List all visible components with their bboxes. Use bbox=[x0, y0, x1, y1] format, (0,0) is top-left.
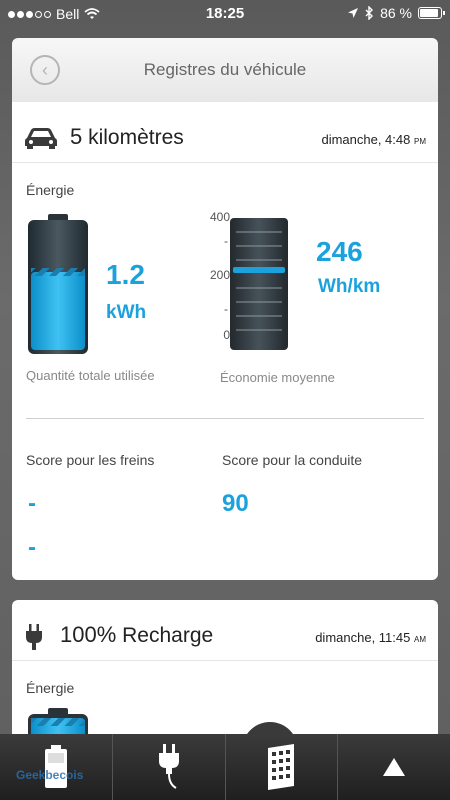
trip-date-text: dimanche, 4:48 bbox=[321, 132, 411, 147]
tab-remote[interactable] bbox=[226, 734, 339, 800]
battery-percent: 86 % bbox=[380, 5, 412, 21]
charge-date-text: dimanche, 11:45 bbox=[315, 630, 411, 645]
charge-summary-row: 100% Recharge dimanche, 11:45 AM bbox=[24, 622, 426, 650]
plug-icon bbox=[158, 744, 179, 789]
trip-distance: 5 kilomètres bbox=[70, 124, 184, 150]
charge-summary: 100% Recharge bbox=[60, 622, 213, 648]
page-title: Registres du véhicule bbox=[143, 60, 307, 79]
energy-label: Énergie bbox=[26, 182, 75, 198]
charge-date-ampm: AM bbox=[414, 635, 426, 644]
charge-record-card[interactable]: 100% Recharge dimanche, 11:45 AM Énergie bbox=[12, 600, 438, 740]
gauge-tick-mark: - bbox=[224, 302, 228, 316]
efficiency-gauge bbox=[230, 218, 288, 350]
driving-score-value: 90 bbox=[222, 490, 249, 517]
car-icon bbox=[25, 128, 57, 149]
bottom-tab-bar: Geekbecois bbox=[0, 734, 450, 800]
status-bar: Bell 18:25 86 % bbox=[0, 0, 450, 28]
battery-indicator-icon bbox=[418, 7, 445, 19]
average-economy-label: Économie moyenne bbox=[220, 370, 335, 385]
efficiency-unit: Wh/km bbox=[318, 276, 381, 297]
total-used-label: Quantité totale utilisée bbox=[26, 368, 155, 383]
brake-score-value: - bbox=[28, 490, 36, 517]
gauge-tick-label: 200 bbox=[209, 268, 230, 282]
location-arrow-icon bbox=[348, 8, 359, 18]
tab-charging[interactable] bbox=[113, 734, 226, 800]
section-divider bbox=[26, 418, 424, 419]
bluetooth-icon bbox=[365, 6, 374, 20]
gauge-axis: 400 - 200 - 0 bbox=[190, 210, 230, 350]
charge-label: Recharge bbox=[122, 624, 214, 647]
divider bbox=[12, 162, 438, 163]
gauge-marker bbox=[233, 267, 285, 273]
energy-unit: kWh bbox=[106, 302, 147, 323]
tab-scroll-up[interactable] bbox=[338, 734, 450, 800]
trip-distance-unit: kilomètres bbox=[88, 126, 184, 149]
gauge-tick-label: 0 bbox=[223, 328, 230, 342]
charge-energy-label: Énergie bbox=[26, 680, 75, 696]
energy-battery-graphic bbox=[28, 214, 88, 354]
charge-percent: 100% bbox=[60, 622, 117, 647]
trip-date: dimanche, 4:48 PM bbox=[321, 132, 426, 147]
trip-distance-value: 5 bbox=[70, 124, 83, 149]
efficiency-value: 246 bbox=[316, 236, 363, 267]
battery-icon bbox=[44, 745, 67, 788]
page-header: ‹ Registres du véhicule bbox=[12, 38, 438, 102]
energy-value: 1.2 bbox=[106, 259, 145, 290]
status-right: 86 % bbox=[347, 5, 445, 21]
gauge-tick-label: 400 bbox=[209, 210, 230, 224]
up-arrow-icon bbox=[383, 758, 406, 776]
trip-record-card[interactable]: 5 kilomètres dimanche, 4:48 PM Énergie 1… bbox=[12, 102, 438, 580]
brake-score-label: Score pour les freins bbox=[26, 452, 155, 468]
plug-icon bbox=[26, 624, 42, 650]
trip-summary-row: 5 kilomètres dimanche, 4:48 PM bbox=[24, 124, 426, 152]
tab-battery[interactable]: Geekbecois bbox=[0, 734, 113, 800]
trip-date-ampm: PM bbox=[414, 137, 426, 146]
driving-score-label: Score pour la conduite bbox=[222, 452, 363, 468]
gauge-tick-mark: - bbox=[224, 234, 228, 248]
remote-icon bbox=[268, 744, 295, 790]
divider bbox=[12, 660, 438, 661]
brake-score-value-secondary: - bbox=[28, 534, 36, 561]
charge-date: dimanche, 11:45 AM bbox=[315, 630, 426, 645]
watermark: Geekbecois bbox=[16, 768, 84, 782]
